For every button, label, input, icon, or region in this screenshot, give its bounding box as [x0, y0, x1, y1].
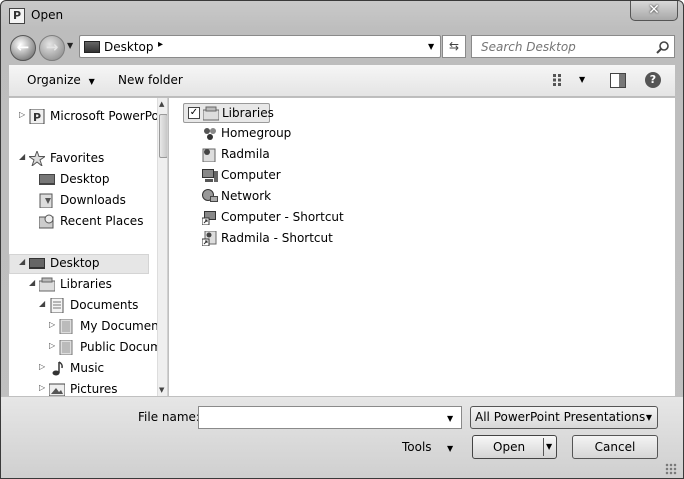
desktop-icon [84, 41, 100, 53]
open-dialog: P Open ✕ ← → ▼ Desktop ▸ ▼ ⇆ Organize ▼ … [0, 0, 684, 479]
tools-button[interactable]: Tools [402, 440, 432, 454]
open-label: Open [493, 440, 526, 454]
help-icon[interactable]: ? [645, 72, 661, 88]
address-bar[interactable]: Desktop ▸ ▼ [79, 35, 441, 58]
scroll-down-icon[interactable]: ▼ [159, 386, 164, 394]
powerpoint-app-icon: P [9, 8, 25, 24]
tree-label: Desktop [60, 172, 110, 186]
open-options-dropdown-icon[interactable]: ▼ [546, 442, 552, 451]
shortcut-icon [202, 211, 216, 225]
file-label: Computer - Shortcut [221, 210, 344, 224]
file-label: Radmila [221, 147, 270, 161]
network-icon [202, 189, 218, 202]
organize-label: Organize [27, 73, 81, 87]
tree-label: Music [70, 361, 105, 375]
file-name-dropdown-icon[interactable]: ▼ [447, 414, 453, 423]
nav-pane-scrollbar[interactable]: ▲ ▼ [157, 98, 167, 396]
organize-button[interactable]: Organize ▼ [27, 73, 95, 87]
star-icon [29, 151, 45, 166]
scrollbar-thumb[interactable] [159, 114, 167, 158]
folder-icon [59, 340, 73, 355]
title-bar: P Open ✕ [1, 1, 683, 31]
desktop-icon [39, 174, 55, 185]
file-type-select[interactable]: All PowerPoint Presentations ▼ [470, 406, 658, 429]
open-button[interactable]: Open ▼ [472, 435, 557, 459]
search-box[interactable] [471, 35, 675, 58]
cancel-button[interactable]: Cancel [572, 435, 658, 459]
shortcut-icon [202, 231, 217, 246]
collapse-arrow-icon[interactable]: ◢ [19, 152, 25, 161]
expand-arrow-icon[interactable]: ▷ [39, 362, 45, 371]
file-name-input[interactable] [198, 406, 462, 429]
breadcrumb-desktop[interactable]: Desktop [104, 40, 154, 54]
tree-label: Recent Places [60, 214, 144, 228]
expand-arrow-icon[interactable]: ▷ [19, 110, 25, 119]
resize-grip-icon[interactable] [665, 463, 677, 475]
downloads-icon [39, 193, 53, 208]
collapse-arrow-icon[interactable]: ◢ [29, 278, 35, 287]
file-label: Network [221, 189, 272, 203]
expand-arrow-icon[interactable]: ▷ [49, 341, 55, 350]
view-options-dropdown-icon[interactable]: ▼ [579, 75, 585, 84]
tree-label: Microsoft PowerPoint [50, 109, 168, 123]
tree-label: Favorites [50, 151, 105, 165]
list-item-libraries[interactable]: ✓ Libraries [183, 103, 274, 123]
file-label: Homegroup [221, 126, 292, 140]
tree-label: Desktop [50, 256, 100, 270]
svg-text:P: P [33, 111, 41, 124]
file-label: Radmila - Shortcut [221, 231, 333, 245]
recent-places-icon [39, 214, 54, 229]
back-button[interactable]: ← [10, 35, 36, 61]
tree-label: Downloads [60, 193, 126, 207]
split-divider [543, 438, 544, 456]
item-checkbox[interactable]: ✓ [188, 107, 200, 119]
tools-dropdown-icon[interactable]: ▼ [447, 444, 453, 453]
folder-icon [59, 319, 73, 334]
window-title: Open [31, 8, 64, 22]
search-input[interactable] [472, 36, 652, 57]
chevron-down-icon: ▼ [88, 77, 95, 86]
file-label: Libraries [222, 106, 274, 120]
recent-pages-dropdown[interactable]: ▼ [67, 41, 73, 50]
tree-label: My Documents [80, 319, 168, 333]
tree-label: Libraries [60, 277, 112, 291]
search-icon[interactable] [656, 40, 670, 54]
desktop-icon [29, 258, 45, 269]
file-type-value: All PowerPoint Presentations [475, 410, 646, 424]
documents-icon [50, 298, 64, 313]
preview-pane-icon[interactable] [610, 73, 626, 88]
dialog-footer: File name: ▼ All PowerPoint Presentation… [1, 397, 683, 478]
libraries-icon [203, 106, 219, 121]
pictures-icon [49, 383, 65, 396]
file-name-label: File name: [138, 410, 200, 424]
change-view-icon[interactable] [553, 74, 567, 86]
chevron-down-icon: ▼ [645, 413, 652, 422]
close-button[interactable]: ✕ [630, 1, 678, 21]
new-folder-button[interactable]: New folder [118, 73, 183, 87]
powerpoint-icon: P [29, 109, 45, 124]
tree-label: Pictures [70, 382, 118, 396]
refresh-button[interactable]: ⇆ [442, 35, 466, 58]
address-dropdown-icon[interactable]: ▼ [428, 42, 434, 51]
user-folder-icon [202, 148, 216, 162]
scroll-up-icon[interactable]: ▲ [159, 100, 164, 108]
collapse-arrow-icon[interactable]: ◢ [19, 257, 25, 266]
expand-arrow-icon[interactable]: ▷ [39, 383, 45, 392]
tree-label: Documents [70, 298, 139, 312]
tree-label: Public Documents [80, 340, 167, 354]
computer-icon [202, 169, 218, 182]
file-label: Computer [221, 168, 281, 182]
collapse-arrow-icon[interactable]: ◢ [39, 299, 45, 308]
file-list: ✓ Libraries Homegroup Radmila Computer N… [169, 98, 675, 396]
music-icon [52, 361, 63, 376]
homegroup-icon [204, 128, 216, 140]
expand-arrow-icon[interactable]: ▷ [49, 320, 55, 329]
libraries-icon [39, 277, 55, 292]
navigation-pane: ▷ P Microsoft PowerPoint ◢ Favorites Des… [9, 98, 168, 396]
forward-button[interactable]: → [39, 35, 65, 61]
command-bar: Organize ▼ New folder ▼ ? [9, 65, 675, 97]
breadcrumb-separator-icon[interactable]: ▸ [158, 39, 163, 50]
